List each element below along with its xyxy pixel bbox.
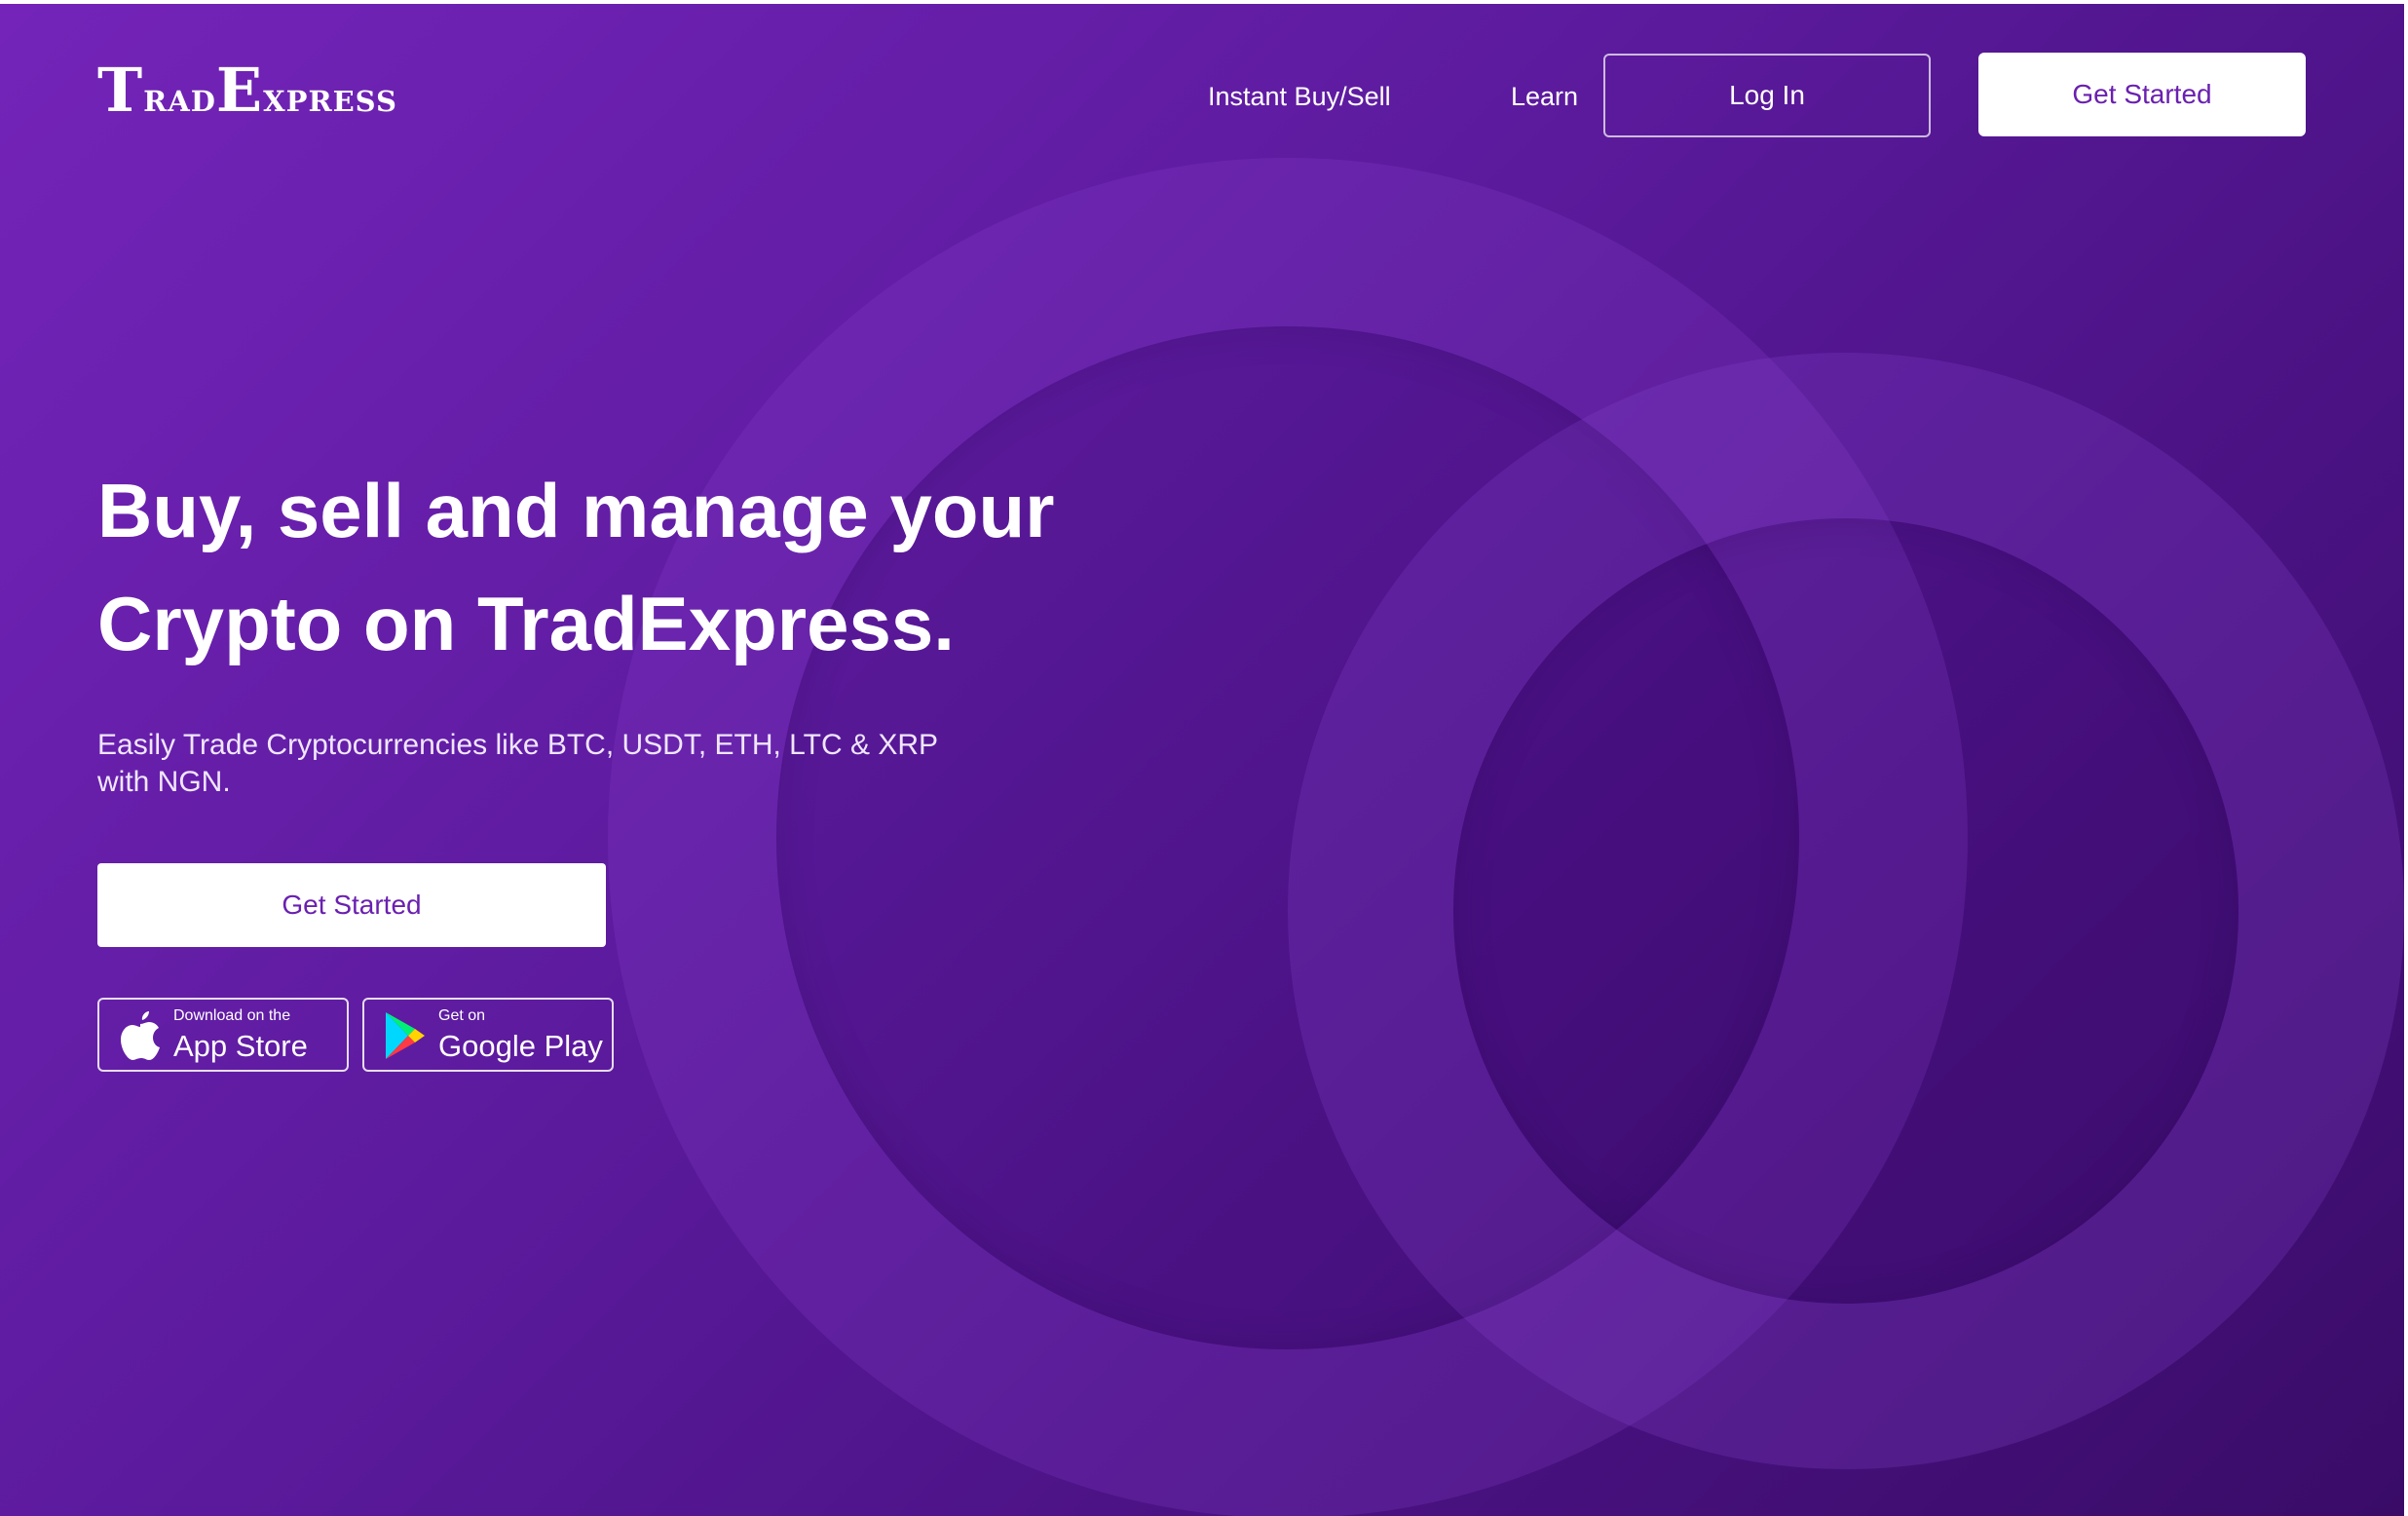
- logo-letter-e: E: [215, 55, 264, 126]
- google-play-icon: [386, 1012, 425, 1059]
- header-get-started-button[interactable]: Get Started: [1978, 53, 2306, 136]
- login-button-label: Log In: [1729, 80, 1805, 110]
- google-play-button[interactable]: Get on Google Play: [362, 998, 614, 1072]
- hero-headline: Buy, sell and manage your Crypto on Trad…: [97, 454, 1169, 680]
- apple-icon: [121, 1011, 160, 1060]
- hero-get-started-button[interactable]: Get Started: [97, 863, 606, 947]
- google-play-large-text: Google Play: [438, 1029, 603, 1063]
- decorative-ring-right: [1288, 353, 2404, 1469]
- brand-logo[interactable]: TradExpress: [97, 55, 397, 126]
- logo-text-rad: rad: [143, 73, 216, 121]
- nav-learn[interactable]: Learn: [1511, 82, 1578, 112]
- hero-headline-line1: Buy, sell and manage your: [97, 468, 1055, 553]
- logo-text-xpress: xpress: [263, 73, 397, 121]
- app-store-small-text: Download on the: [173, 1007, 291, 1024]
- hero-get-started-label: Get Started: [282, 890, 422, 920]
- hero-headline-line2: Crypto on TradExpress.: [97, 581, 955, 666]
- logo-letter-t: T: [97, 55, 144, 126]
- app-store-large-text: App Store: [173, 1029, 308, 1063]
- login-button[interactable]: Log In: [1603, 54, 1931, 137]
- nav-instant-buy-sell[interactable]: Instant Buy/Sell: [1208, 82, 1391, 112]
- header-get-started-label: Get Started: [2072, 79, 2212, 109]
- google-play-small-text: Get on: [438, 1007, 486, 1024]
- app-store-button[interactable]: Download on the App Store: [97, 998, 349, 1072]
- hero-subtext: Easily Trade Cryptocurrencies like BTC, …: [97, 729, 938, 798]
- landing-page: TradExpress Instant Buy/Sell Learn Log I…: [0, 4, 2404, 1516]
